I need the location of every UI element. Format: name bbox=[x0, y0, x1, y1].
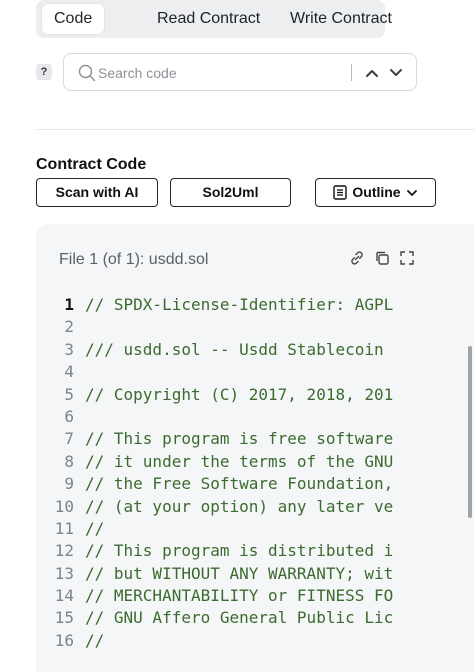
copy-icon[interactable] bbox=[374, 250, 390, 266]
outline-button[interactable]: Outline bbox=[315, 178, 436, 207]
line-number: 12 bbox=[54, 541, 74, 561]
code-text: // it under the terms of the GNU bbox=[85, 451, 394, 471]
code-line: 11 // bbox=[36, 518, 414, 540]
section-divider bbox=[36, 129, 474, 130]
line-number: 14 bbox=[54, 586, 74, 606]
code-line: 7 // This program is free software bbox=[36, 428, 414, 450]
tab-code[interactable]: Code bbox=[42, 4, 105, 34]
line-number: 7 bbox=[64, 429, 74, 449]
help-button[interactable]: ? bbox=[36, 64, 52, 80]
code-line: 5 // Copyright (C) 2017, 2018, 201 bbox=[36, 384, 414, 406]
chevron-up-icon[interactable] bbox=[364, 65, 380, 81]
link-icon[interactable] bbox=[349, 250, 365, 266]
chevron-down-icon[interactable] bbox=[388, 65, 404, 81]
code-panel: File 1 (of 1): usdd.sol 1 // SPDX-License… bbox=[36, 224, 474, 672]
code-text: /// usdd.sol -- Usdd Stablecoin bbox=[85, 339, 384, 359]
line-number: 11 bbox=[54, 518, 74, 538]
search-input[interactable] bbox=[98, 63, 338, 83]
expand-icon[interactable] bbox=[399, 250, 415, 266]
scrollbar[interactable] bbox=[468, 346, 472, 518]
code-line: 10 // (at your option) any later ve bbox=[36, 496, 414, 518]
line-number: 15 bbox=[54, 608, 74, 628]
code-text: // but WITHOUT ANY WARRANTY; wit bbox=[85, 563, 394, 583]
code-line: 6 bbox=[36, 406, 414, 428]
code-text: // the Free Software Foundation, bbox=[85, 474, 394, 494]
code-text: // MERCHANTABILITY or FITNESS FO bbox=[85, 586, 394, 606]
line-number: 13 bbox=[54, 563, 74, 583]
code-line: 16 // bbox=[36, 630, 414, 652]
line-number: 5 bbox=[64, 384, 74, 404]
search-divider bbox=[351, 64, 352, 81]
contract-code-title: Contract Code bbox=[36, 156, 147, 173]
search-box bbox=[63, 53, 417, 91]
outline-list-icon bbox=[333, 185, 348, 200]
code-viewer[interactable]: 1 // SPDX-License-Identifier: AGPL 2 3 /// u… bbox=[36, 294, 414, 652]
code-line: 13 // but WITHOUT ANY WARRANTY; wit bbox=[36, 563, 414, 585]
search-icon bbox=[78, 64, 96, 82]
code-text: // Copyright (C) 2017, 2018, 201 bbox=[85, 384, 394, 404]
code-line: 3 /// usdd.sol -- Usdd Stablecoin bbox=[36, 339, 414, 361]
code-line: 12 // This program is distributed i bbox=[36, 540, 414, 562]
code-text: // bbox=[85, 630, 105, 650]
code-text: // This program is distributed i bbox=[85, 541, 394, 561]
line-number: 2 bbox=[64, 317, 74, 337]
line-number: 10 bbox=[54, 496, 74, 516]
code-line: 8 // it under the terms of the GNU bbox=[36, 451, 414, 473]
code-line: 9 // the Free Software Foundation, bbox=[36, 473, 414, 495]
chevron-down-icon bbox=[406, 189, 417, 196]
file-actions bbox=[349, 250, 415, 266]
tab-read-contract[interactable]: Read Contract bbox=[157, 4, 260, 34]
line-number: 8 bbox=[64, 451, 74, 471]
code-line: 1 // SPDX-License-Identifier: AGPL bbox=[36, 294, 414, 316]
tab-bar: Code Read Contract Write Contract bbox=[36, 0, 392, 38]
code-text: // bbox=[85, 518, 105, 538]
line-number: 16 bbox=[54, 630, 74, 650]
code-text: // (at your option) any later ve bbox=[85, 496, 394, 516]
sol2uml-button[interactable]: Sol2Uml bbox=[170, 178, 291, 207]
scan-with-ai-button[interactable]: Scan with AI bbox=[36, 178, 158, 207]
code-text: // GNU Affero General Public Lic bbox=[85, 608, 394, 628]
line-number: 4 bbox=[64, 362, 74, 382]
code-line: 2 bbox=[36, 316, 414, 338]
line-number: 3 bbox=[64, 339, 74, 359]
code-text: // SPDX-License-Identifier: AGPL bbox=[85, 295, 394, 314]
code-line: 15 // GNU Affero General Public Lic bbox=[36, 607, 414, 629]
code-text: // This program is free software bbox=[85, 429, 394, 449]
line-number: 9 bbox=[64, 474, 74, 494]
outline-label: Outline bbox=[352, 184, 401, 200]
tab-write-contract[interactable]: Write Contract bbox=[290, 4, 392, 34]
code-line: 4 bbox=[36, 361, 414, 383]
line-number: 1 bbox=[64, 295, 74, 314]
code-line: 14 // MERCHANTABILITY or FITNESS FO bbox=[36, 585, 414, 607]
file-label: File 1 (of 1): usdd.sol bbox=[59, 251, 209, 268]
line-number: 6 bbox=[64, 406, 74, 426]
